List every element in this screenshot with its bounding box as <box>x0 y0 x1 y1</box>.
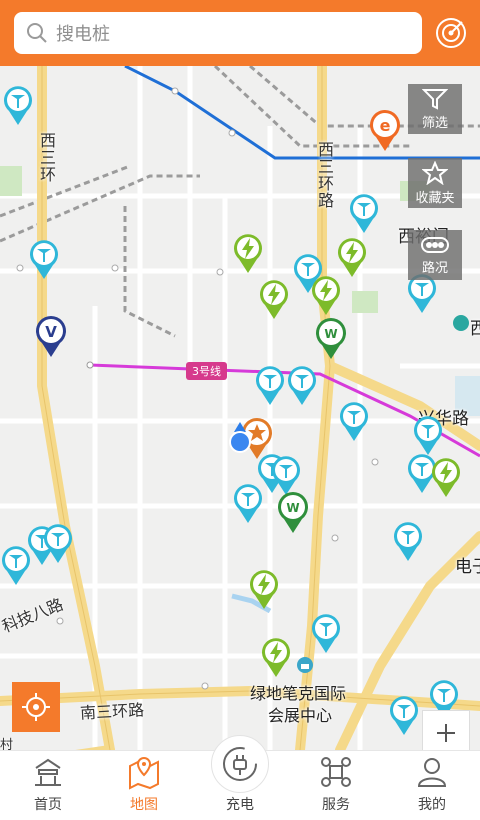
charging-station-marker-cyan[interactable] <box>286 364 318 406</box>
traffic-icon <box>421 236 449 253</box>
charging-station-marker-cyan[interactable] <box>42 522 74 564</box>
poi-label-exhibition-1: 绿地笔克国际 <box>250 684 347 703</box>
poi-exhibition-icon <box>297 657 313 673</box>
top-bar: 搜电桩 <box>0 0 480 66</box>
area-label-dianzi: 电子 <box>455 557 480 577</box>
charging-station-marker-dark-green[interactable]: W <box>314 316 348 360</box>
charging-station-marker-cyan[interactable] <box>254 364 286 406</box>
nav-charge-label: 充电 <box>226 797 254 813</box>
map-view[interactable]: 西三环 西三环路 西裕门 兴华路 科技八路 南三环路 电子 西 村 3号线 绿地… <box>0 66 480 750</box>
charging-station-marker-green[interactable] <box>248 568 280 610</box>
charging-station-marker-cyan[interactable] <box>310 612 342 654</box>
svg-text:W: W <box>286 501 299 515</box>
svg-text:e: e <box>380 116 391 135</box>
crosshair-icon <box>22 693 50 721</box>
zoom-in-button[interactable] <box>422 710 470 750</box>
filter-icon <box>422 88 448 110</box>
filter-button[interactable]: 筛选 <box>408 84 462 134</box>
area-label-xi: 西 <box>470 319 480 339</box>
user-location-icon <box>229 422 251 453</box>
nav-map-label: 地图 <box>130 797 158 813</box>
charging-station-marker-green[interactable] <box>430 456 462 498</box>
radar-scan-button[interactable] <box>434 16 468 50</box>
poi-teal-icon <box>453 315 469 331</box>
traffic-label: 路况 <box>421 260 448 276</box>
charging-station-marker-cyan[interactable] <box>388 694 420 736</box>
charging-station-marker-cyan[interactable] <box>0 544 32 586</box>
charging-station-marker-green[interactable] <box>260 636 292 678</box>
star-icon <box>422 160 448 185</box>
charging-station-marker-cyan[interactable] <box>348 192 380 234</box>
home-icon <box>35 758 61 786</box>
area-label-cun: 村 <box>0 738 14 750</box>
poi-label-exhibition-2: 会展中心 <box>268 706 333 725</box>
search-icon <box>27 23 47 43</box>
charge-plug-icon <box>223 747 257 781</box>
nav-service-label: 服务 <box>322 797 350 813</box>
plus-icon <box>437 724 455 742</box>
road-label-south-third-ring: 南三环路 <box>79 700 145 723</box>
bottom-nav: 首页 地图 充电 服务 我的 <box>0 735 480 820</box>
charge-button-circle[interactable] <box>211 735 269 793</box>
nav-charge[interactable]: 充电 <box>192 735 288 820</box>
radar-icon <box>436 18 466 48</box>
map-icon <box>129 756 159 790</box>
charging-station-marker-dark-green[interactable]: W <box>276 490 310 534</box>
charging-station-marker-green[interactable] <box>336 236 368 278</box>
charging-station-marker-cyan[interactable] <box>392 520 424 562</box>
charging-station-marker-cyan[interactable] <box>232 482 264 524</box>
charging-station-marker-cyan[interactable] <box>338 400 370 442</box>
road-label-west-third-ring-road: 西三环路 <box>315 141 334 209</box>
service-icon <box>321 757 351 787</box>
charging-station-marker-green[interactable] <box>258 278 290 320</box>
profile-icon <box>417 758 447 787</box>
favorites-button[interactable]: 收藏夹 <box>408 158 462 208</box>
traffic-button[interactable]: 路况 <box>408 230 462 280</box>
metro-line-3-badge: 3号线 <box>186 362 227 380</box>
charging-station-marker-green[interactable] <box>310 274 342 316</box>
favorites-label: 收藏夹 <box>415 190 455 206</box>
charging-station-marker-cyan[interactable] <box>412 414 444 456</box>
filter-label: 筛选 <box>421 115 448 131</box>
charging-station-marker-green[interactable] <box>232 232 264 274</box>
nav-home-label: 首页 <box>34 797 62 813</box>
svg-text:W: W <box>324 327 337 341</box>
nav-profile-label: 我的 <box>418 797 446 813</box>
nav-profile[interactable]: 我的 <box>384 751 480 820</box>
nav-service[interactable]: 服务 <box>288 751 384 820</box>
charging-station-marker-cyan[interactable] <box>2 84 34 126</box>
charging-station-marker-orange[interactable]: e <box>368 108 402 152</box>
charging-station-marker-cyan[interactable] <box>28 238 60 280</box>
road-label-west-third-ring: 西三环 <box>37 132 56 183</box>
svg-text:V: V <box>45 323 57 341</box>
search-input[interactable]: 搜电桩 <box>14 12 422 54</box>
nav-home[interactable]: 首页 <box>0 751 96 820</box>
search-placeholder: 搜电桩 <box>56 24 110 45</box>
locate-me-button[interactable] <box>12 682 60 732</box>
charging-station-marker-blue[interactable]: V <box>34 314 68 358</box>
nav-map[interactable]: 地图 <box>96 751 192 820</box>
